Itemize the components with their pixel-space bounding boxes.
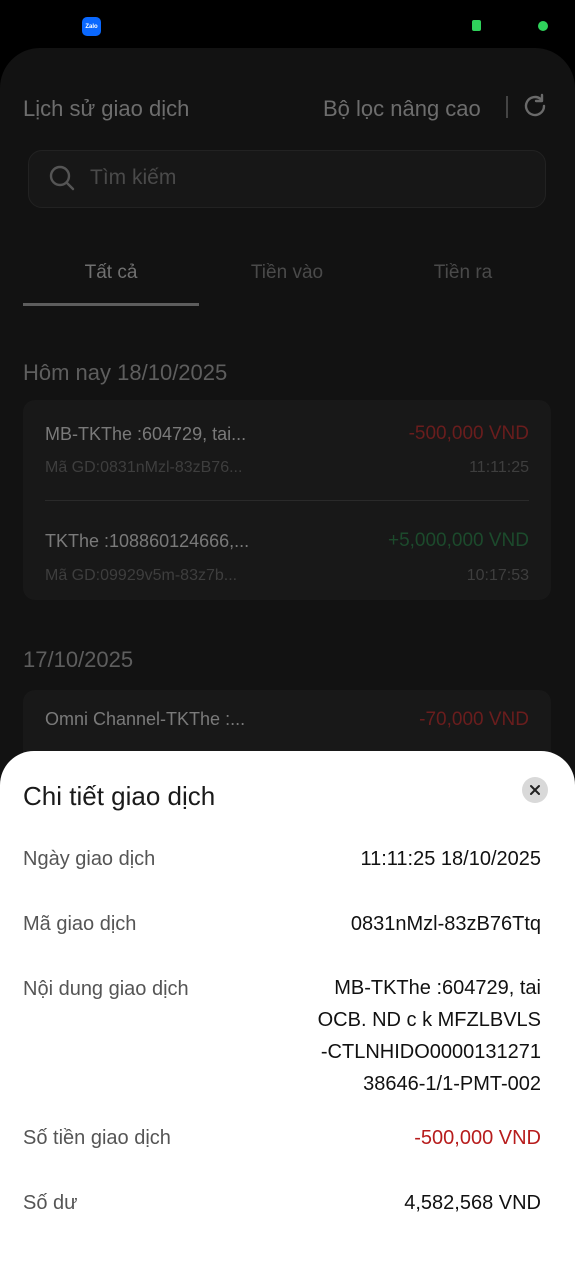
search-icon xyxy=(49,165,75,191)
section-date: 17/10/2025 xyxy=(23,647,134,672)
transaction-code: Mã GD:09929v5m-83z7b... xyxy=(45,567,238,584)
transaction-code: Mã GD:0831nMzl-83zB76... xyxy=(45,459,243,476)
status-bar: Zalo xyxy=(0,0,575,50)
header-divider xyxy=(506,96,508,118)
transaction-amount: -500,000 VND xyxy=(408,423,529,444)
tab-money-out[interactable]: Tiền ra xyxy=(375,262,551,284)
notification-icon xyxy=(472,20,481,31)
zalo-icon: Zalo xyxy=(82,17,101,36)
transaction-time: 11:11:25 xyxy=(469,459,529,476)
detail-label-content: Nội dung giao dịch xyxy=(23,978,189,1000)
transaction-name[interactable]: Omni Channel-TKThe :... xyxy=(45,709,245,730)
detail-label-balance: Số dư xyxy=(23,1192,78,1214)
refresh-icon[interactable] xyxy=(521,92,549,120)
transaction-time: 10:17:53 xyxy=(466,567,529,584)
card-divider xyxy=(45,500,529,501)
detail-label-date: Ngày giao dịch xyxy=(23,848,156,870)
transaction-amount: -70,000 VND xyxy=(419,709,529,730)
section-date: Hôm nay 18/10/2025 xyxy=(23,360,228,385)
active-tab-indicator xyxy=(23,303,199,306)
detail-label-amount: Số tiền giao dịch xyxy=(23,1127,171,1149)
transaction-amount: +5,000,000 VND xyxy=(387,530,529,551)
status-dot-icon xyxy=(538,21,548,31)
detail-value-date: 11:11:25 18/10/2025 xyxy=(360,848,541,870)
detail-value-content: MB-TKThe :604729, tai OCB. ND c k MFZLBV… xyxy=(317,977,541,1095)
transaction-detail-sheet: Chi tiết giao dịch Ngày giao dịch 11:11:… xyxy=(0,751,575,1280)
detail-label-code: Mã giao dịch xyxy=(23,913,137,935)
page-title: Lịch sử giao dịch xyxy=(23,96,190,121)
sheet-title: Chi tiết giao dịch xyxy=(23,781,216,811)
zalo-icon-label: Zalo xyxy=(85,23,98,30)
transaction-name[interactable]: TKThe :108860124666,... xyxy=(45,531,249,552)
detail-value-code: 0831nMzl-83zB76Ttq xyxy=(350,913,541,935)
tab-money-in[interactable]: Tiền vào xyxy=(199,262,375,284)
close-button[interactable] xyxy=(522,777,548,803)
detail-value-amount: -500,000 VND xyxy=(414,1127,541,1149)
advanced-filter-button[interactable]: Bộ lọc nâng cao xyxy=(323,96,481,122)
detail-value-balance: 4,582,568 VND xyxy=(404,1192,541,1214)
search-placeholder: Tìm kiếm xyxy=(90,166,177,189)
tab-all[interactable]: Tất cả xyxy=(23,262,199,284)
close-icon xyxy=(530,785,540,795)
transaction-name[interactable]: MB-TKThe :604729, tai... xyxy=(45,424,246,445)
